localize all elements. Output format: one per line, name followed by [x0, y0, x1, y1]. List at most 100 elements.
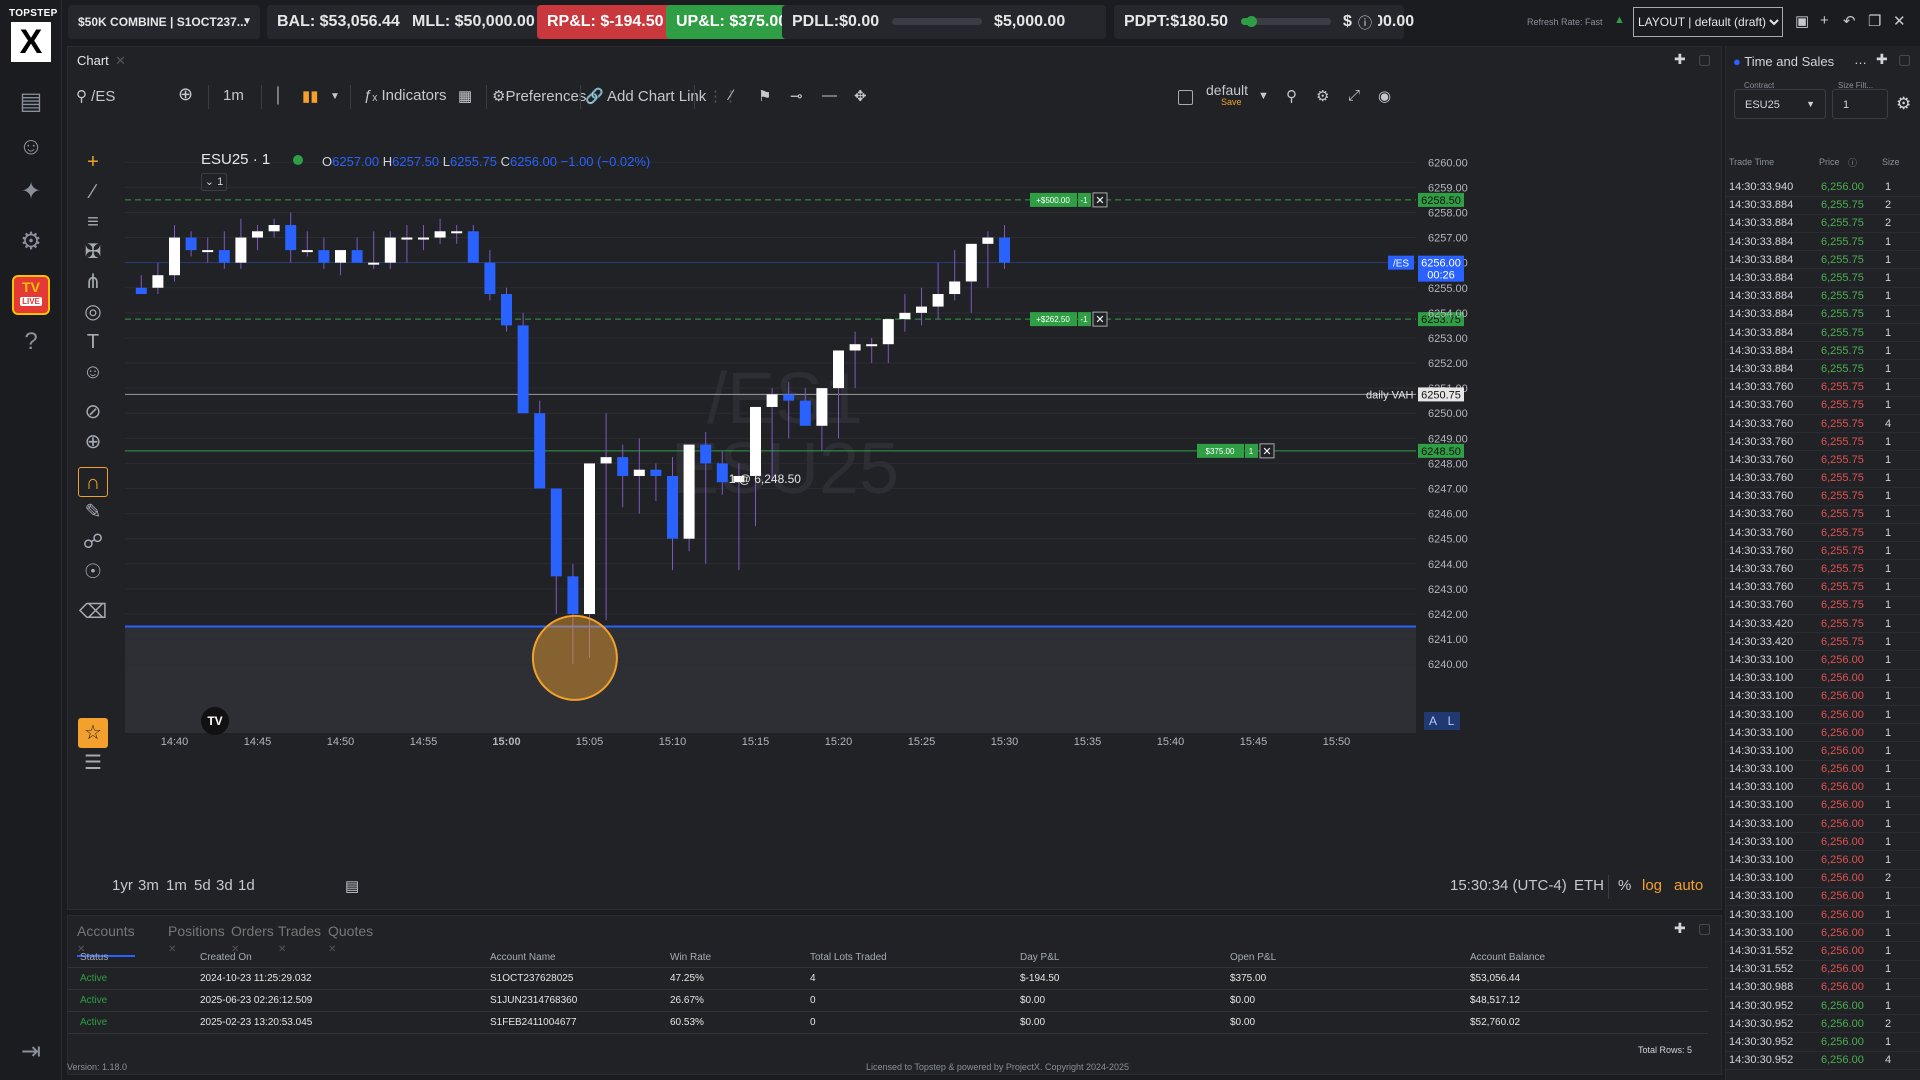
- ruler-icon[interactable]: ⊘: [78, 397, 108, 427]
- emoji-tool-icon[interactable]: ☺: [78, 357, 108, 387]
- template-checkbox[interactable]: [1178, 90, 1193, 105]
- percent-scale-toggle[interactable]: %: [1618, 877, 1631, 894]
- ts-tab[interactable]: ● Time and Sales: [1733, 54, 1834, 69]
- tradingview-logo-icon[interactable]: TV: [201, 707, 229, 735]
- candle[interactable]: [683, 444, 695, 552]
- crosshair-icon[interactable]: +: [78, 147, 108, 177]
- templates-grid-icon[interactable]: ▦: [458, 87, 472, 105]
- close-icon[interactable]: ✕: [1893, 12, 1906, 30]
- bar-type-icon[interactable]: │: [274, 87, 283, 104]
- accounts-col[interactable]: Win Rate: [658, 949, 798, 968]
- auto-scale-toggle[interactable]: auto: [1674, 877, 1703, 894]
- accounts-col[interactable]: Account Name: [478, 949, 658, 968]
- collapse-legend-button[interactable]: ⌄ 1: [201, 173, 227, 191]
- trading-chart-icon[interactable]: ▤: [12, 85, 50, 119]
- accounts-col[interactable]: Total Lots Traded: [798, 949, 1008, 968]
- settings-icon[interactable]: ⚙: [12, 225, 50, 259]
- alert-icon[interactable]: ⚲: [1286, 87, 1297, 105]
- trend-line-icon[interactable]: ∕: [730, 87, 733, 104]
- range-button-1yr[interactable]: 1yr: [112, 877, 133, 894]
- ts-price-help-icon[interactable]: ⓘ: [1848, 156, 1857, 169]
- range-button-3m[interactable]: 3m: [138, 877, 159, 894]
- symbol-search[interactable]: ⚲ /ES: [76, 87, 115, 105]
- template-chevron-icon[interactable]: ▼: [1258, 90, 1269, 102]
- candle[interactable]: [534, 400, 546, 489]
- shapes-tool-icon[interactable]: ◎: [78, 297, 108, 327]
- table-row[interactable]: Active 2024-10-23 11:25:29.032 S1OCT237628…: [68, 967, 1708, 990]
- camera-icon[interactable]: ◉: [1378, 87, 1391, 105]
- drag-handle-icon[interactable]: ⋮⋮: [708, 87, 738, 105]
- forecast-tool-icon[interactable]: ⋔: [78, 267, 108, 297]
- template-name[interactable]: default: [1206, 82, 1248, 98]
- accounts-col[interactable]: Created On: [188, 949, 478, 968]
- accounts-col[interactable]: Status: [68, 949, 188, 968]
- accounts-col[interactable]: Day P&L: [1008, 949, 1218, 968]
- candle[interactable]: [517, 312, 529, 414]
- compare-add-icon[interactable]: ⊕: [178, 84, 193, 105]
- contract-select[interactable]: ESU25 ▼: [1734, 89, 1826, 119]
- fullscreen-icon[interactable]: ⤢: [1348, 87, 1360, 104]
- ts-add-icon[interactable]: ✚: [1876, 51, 1888, 68]
- add-panel-icon[interactable]: ✚: [1674, 920, 1686, 937]
- ts-more-icon[interactable]: …: [1854, 52, 1867, 67]
- line-tool-icon[interactable]: ∕: [78, 177, 108, 207]
- help-icon[interactable]: ?: [12, 325, 50, 359]
- chart-plot-area[interactable]: /ES 1 ESU25 ↑ 1 @ 6,248.50 +$500.00 -1 ✕ 6258.50…: [125, 123, 1655, 888]
- accounts-col[interactable]: Account Balance: [1458, 949, 1708, 968]
- template-save[interactable]: Save: [1221, 97, 1242, 107]
- favorites-star-icon[interactable]: ☆: [78, 718, 108, 748]
- interval-select[interactable]: 1m: [223, 87, 244, 104]
- logout-icon[interactable]: ⇥: [12, 1035, 50, 1069]
- horizontal-line-icon[interactable]: —: [822, 87, 837, 104]
- range-button-1d[interactable]: 1d: [238, 877, 255, 894]
- zoom-icon[interactable]: ⊕: [78, 427, 108, 457]
- chart-settings-icon[interactable]: ⚙: [1316, 87, 1329, 105]
- range-button-5d[interactable]: 5d: [194, 877, 211, 894]
- text-tool-icon[interactable]: T: [78, 327, 108, 357]
- table-row[interactable]: Active 2025-02-23 13:20:53.045 S1FEB241100…: [68, 1011, 1708, 1034]
- add-icon[interactable]: +: [1820, 12, 1829, 29]
- candle[interactable]: [501, 287, 512, 332]
- hide-drawings-icon[interactable]: ☉: [78, 557, 108, 587]
- table-row[interactable]: Active 2025-06-23 02:26:12.509 S1JUN231476…: [68, 989, 1708, 1012]
- stay-in-draw-icon[interactable]: ✎: [78, 497, 108, 527]
- pattern-tool-icon[interactable]: ✠: [78, 237, 108, 267]
- candlestick-chart[interactable]: /ES 1 ESU25↑ 1 @ 6,248.50 +$500.00 -1 ✕ 6258.50…: [125, 123, 1655, 888]
- window-icon[interactable]: ❐: [1868, 12, 1881, 30]
- range-button-1m[interactable]: 1m: [166, 877, 187, 894]
- ts-settings-icon[interactable]: ⚙: [1896, 94, 1911, 114]
- maximize-panel-icon[interactable]: ▢: [1698, 51, 1711, 68]
- maximize-panel-icon[interactable]: ▢: [1698, 920, 1711, 937]
- fib-tool-icon[interactable]: ≡: [78, 207, 108, 237]
- accounts-col[interactable]: Open P&L: [1218, 949, 1458, 968]
- chart-type-chevron-icon[interactable]: ▼: [330, 91, 340, 102]
- add-chart-link-button[interactable]: 🔗 Add Chart Link: [585, 87, 706, 105]
- chart-tab-close-icon[interactable]: ✕: [115, 53, 126, 69]
- candle-type-icon[interactable]: ▮▮: [302, 87, 319, 105]
- range-button-3d[interactable]: 3d: [216, 877, 233, 894]
- size-filter-input[interactable]: 1: [1832, 89, 1888, 119]
- layers-icon[interactable]: ☰: [78, 748, 108, 778]
- tv-live-button[interactable]: TV LIVE: [12, 275, 50, 315]
- trash-icon[interactable]: ⌫: [78, 597, 108, 627]
- undo-icon[interactable]: ↶: [1843, 12, 1856, 30]
- save-layout-icon[interactable]: ▣: [1795, 12, 1809, 30]
- layout-select[interactable]: LAYOUT | default (draft): [1633, 7, 1783, 37]
- analytics-icon[interactable]: ✦: [12, 175, 50, 209]
- add-panel-icon[interactable]: ✚: [1674, 51, 1686, 68]
- info-icon[interactable]: ⓘ: [1352, 10, 1378, 36]
- date-range-icon[interactable]: ▤: [345, 877, 359, 895]
- magnet-icon[interactable]: ∩: [78, 467, 108, 497]
- indicators-button[interactable]: ƒₓ Indicators: [364, 87, 446, 104]
- crosshair-tool-icon[interactable]: ✥: [854, 87, 867, 105]
- preferences-button[interactable]: ⚙Preferences: [492, 87, 586, 105]
- horizontal-ray-icon[interactable]: ⊸: [790, 87, 803, 105]
- session-toggle[interactable]: ETH: [1574, 877, 1604, 894]
- ts-maximize-icon[interactable]: ▢: [1898, 51, 1911, 68]
- order-label[interactable]: +$500.00 -1 ✕: [1030, 192, 1108, 208]
- community-icon[interactable]: ☺: [12, 130, 50, 164]
- order-label[interactable]: $375.00 1 ✕: [1197, 443, 1275, 459]
- log-scale-toggle[interactable]: log: [1642, 877, 1662, 894]
- fib-icon[interactable]: ⚑: [758, 87, 771, 105]
- account-selector[interactable]: $50K COMBINE | S1OCT237... ▼: [68, 5, 260, 39]
